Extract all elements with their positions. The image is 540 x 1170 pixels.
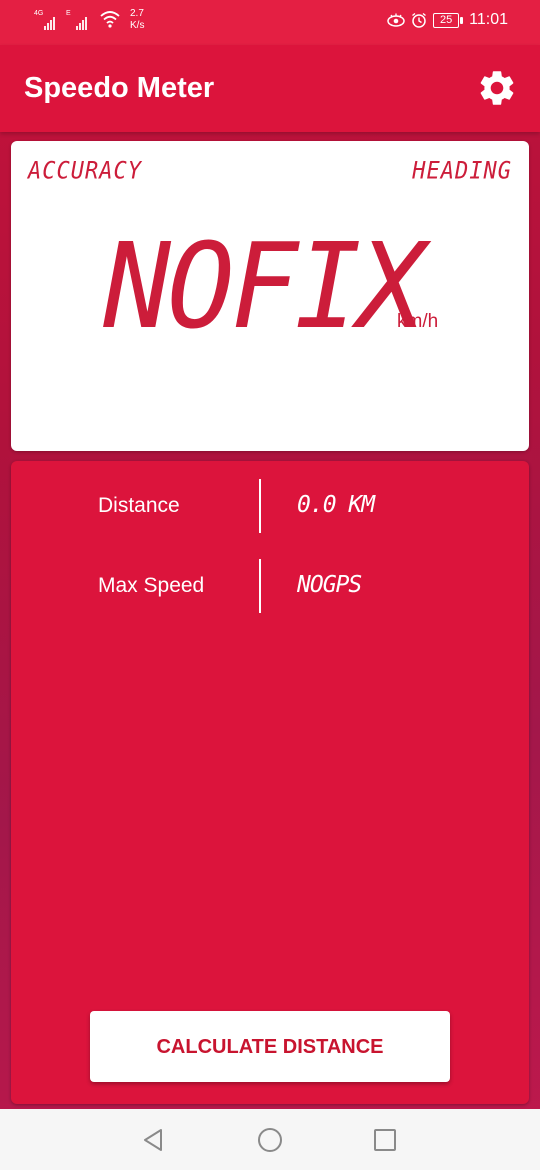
wifi-icon xyxy=(100,11,120,28)
max-speed-label: Max Speed xyxy=(98,574,205,597)
eye-comfort-icon xyxy=(387,13,405,27)
max-speed-value: NOGPS xyxy=(297,572,362,598)
net-speed-value: 2.7 xyxy=(130,8,144,19)
max-speed-row: Max Speed NOGPS xyxy=(11,559,529,613)
app-title: Speedo Meter xyxy=(24,72,215,104)
signal-type-label-2: E xyxy=(66,10,71,17)
heading-label: HEADING xyxy=(412,157,512,186)
net-speed: 2.7 K/s xyxy=(130,8,144,32)
speed-unit: km/h xyxy=(397,311,439,332)
calculate-distance-button[interactable]: CALCULATE DISTANCE xyxy=(90,1011,450,1082)
divider xyxy=(259,479,261,533)
distance-row: Distance 0.0 KM xyxy=(11,479,529,533)
trip-info-card: Distance 0.0 KM Max Speed NOGPS CALCULAT… xyxy=(11,461,529,1104)
distance-value: 0.0 KM xyxy=(297,492,375,518)
status-left: 4G E 2.7 K/s xyxy=(34,8,144,32)
app-bar: Speedo Meter xyxy=(0,45,540,132)
status-bar: 4G E 2.7 K/s 25 11:01 xyxy=(0,0,540,45)
system-nav-bar xyxy=(0,1109,540,1170)
distance-label: Distance xyxy=(98,494,180,517)
battery-icon: 25 xyxy=(433,12,464,28)
status-right: 25 11:01 xyxy=(387,11,508,29)
back-icon[interactable] xyxy=(138,1125,168,1155)
speed-value: NOFIX xyxy=(103,217,425,355)
net-speed-unit: K/s xyxy=(130,20,145,31)
divider xyxy=(259,559,261,613)
signal-type-label: 4G xyxy=(34,10,44,17)
cell-signal-icon-2: E xyxy=(66,10,90,30)
cell-signal-icon: 4G xyxy=(34,10,58,30)
accuracy-label: ACCURACY xyxy=(28,157,142,186)
gear-icon[interactable] xyxy=(476,67,518,109)
speed-display-card: ACCURACY HEADING NOFIX km/h xyxy=(11,141,529,451)
clock: 11:01 xyxy=(469,11,508,28)
alarm-icon xyxy=(412,12,427,28)
recents-icon[interactable] xyxy=(370,1125,400,1155)
home-icon[interactable] xyxy=(255,1125,285,1155)
